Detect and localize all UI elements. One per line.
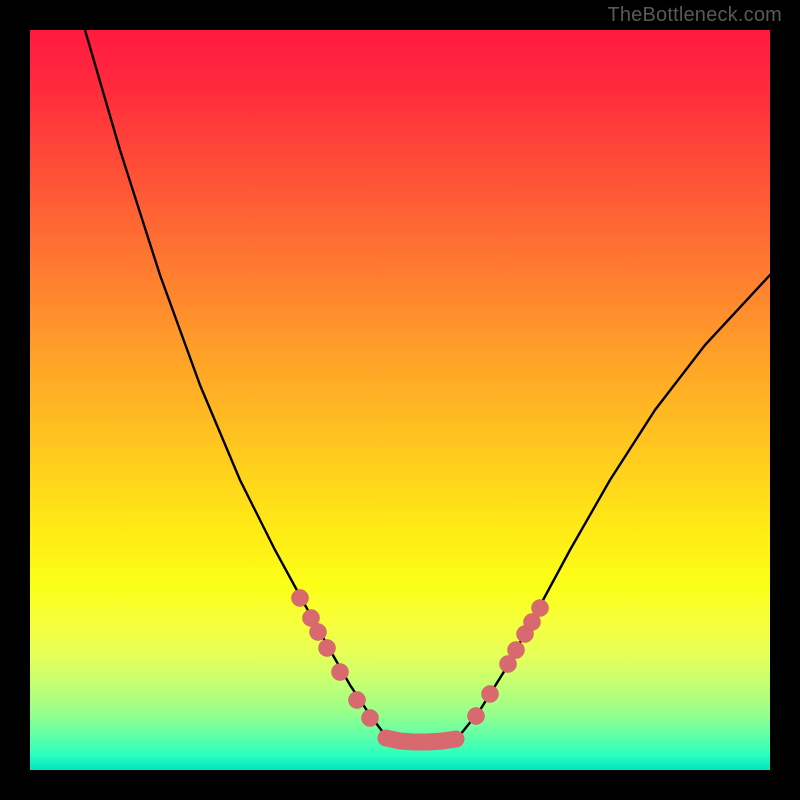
marker-right-6 [532, 600, 549, 617]
bottleneck-curve [85, 30, 770, 743]
curve-svg [30, 30, 770, 770]
marker-left-3 [319, 640, 336, 657]
marker-right-3 [508, 642, 525, 659]
marker-left-0 [292, 590, 309, 607]
plot-area [30, 30, 770, 770]
marker-left-2 [310, 624, 327, 641]
marker-left-6 [362, 710, 379, 727]
flat-bottom-pill [386, 738, 456, 742]
curve-group [85, 30, 770, 743]
marker-left-4 [332, 664, 349, 681]
marker-right-1 [482, 686, 499, 703]
marker-left-5 [349, 692, 366, 709]
watermark-text: TheBottleneck.com [607, 4, 782, 27]
markers-group [292, 590, 549, 743]
marker-right-0 [468, 708, 485, 725]
chart-frame: TheBottleneck.com [0, 0, 800, 800]
